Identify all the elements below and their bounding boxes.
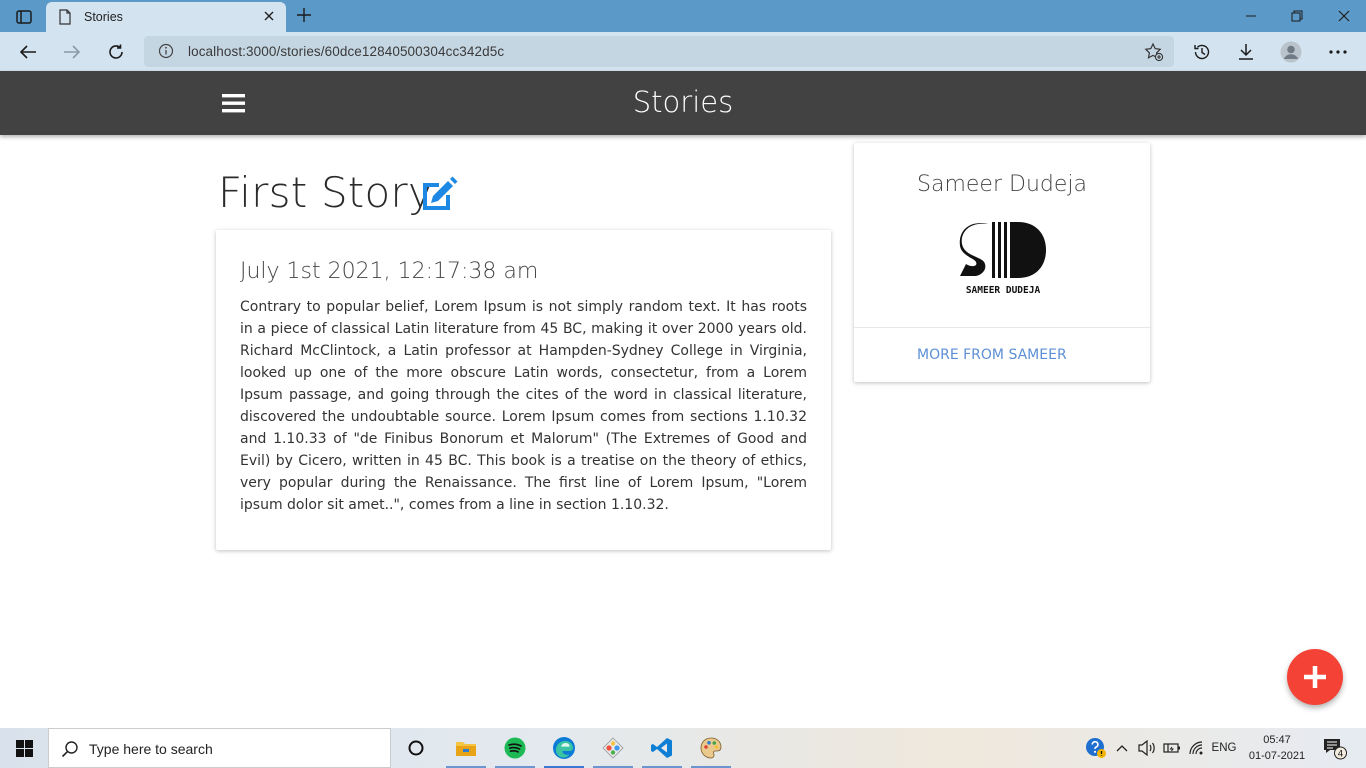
system-clock[interactable]: 05:47 01-07-2021: [1240, 732, 1314, 764]
story-date: July 1st 2021, 12:17:38 am: [240, 259, 539, 284]
restore-icon[interactable]: [1288, 7, 1306, 25]
browser-tab-active[interactable]: Stories: [46, 2, 286, 32]
clock-date: 01-07-2021: [1248, 750, 1306, 762]
brand-title[interactable]: Stories: [0, 85, 1366, 119]
author-card: Sameer Dudeja SAMEER DUDEJA MORE FROM SA…: [854, 143, 1150, 382]
cortana-icon[interactable]: [392, 728, 440, 768]
edge-browser-icon[interactable]: [540, 728, 588, 768]
history-icon[interactable]: [1191, 41, 1213, 63]
tab-title: Stories: [84, 10, 123, 24]
wifi-icon[interactable]: [1186, 728, 1208, 768]
notification-count: 4: [1338, 750, 1344, 760]
search-icon: [61, 740, 79, 758]
minimize-icon[interactable]: [1242, 7, 1260, 25]
browser-tab-strip: Stories: [0, 0, 1366, 32]
story-title: First Story: [218, 168, 433, 217]
new-tab-icon[interactable]: [296, 7, 312, 23]
battery-icon[interactable]: [1161, 728, 1183, 768]
vscode-icon[interactable]: [638, 728, 686, 768]
author-logo: SAMEER DUDEJA: [956, 218, 1050, 300]
refresh-icon[interactable]: [105, 41, 127, 63]
author-name: Sameer Dudeja: [917, 172, 1087, 197]
author-logo-caption: SAMEER DUDEJA: [966, 285, 1041, 296]
more-options-icon[interactable]: [1327, 41, 1349, 63]
app-navbar: Stories: [0, 71, 1366, 135]
divider: [854, 327, 1150, 328]
git-client-icon[interactable]: [589, 728, 637, 768]
edit-icon[interactable]: [420, 175, 458, 211]
profile-avatar-icon[interactable]: [1280, 41, 1302, 63]
story-body: Contrary to popular belief, Lorem Ipsum …: [240, 299, 807, 513]
add-story-button[interactable]: [1287, 649, 1343, 705]
story-card: July 1st 2021, 12:17:38 am Contrary to p…: [216, 230, 831, 550]
file-explorer-icon[interactable]: [442, 728, 490, 768]
windows-taskbar: Type here to search ENG 05:47 01-07-2021: [0, 728, 1366, 768]
start-button[interactable]: [0, 728, 48, 768]
favorite-add-icon[interactable]: [1144, 42, 1164, 62]
clock-time: 05:47: [1263, 734, 1291, 746]
volume-icon[interactable]: [1136, 728, 1158, 768]
chevron-up-icon[interactable]: [1112, 728, 1132, 768]
help-icon[interactable]: [1084, 728, 1108, 768]
page-icon: [58, 9, 72, 25]
paint-icon[interactable]: [687, 728, 735, 768]
notifications-icon[interactable]: 4: [1320, 728, 1348, 768]
close-window-icon[interactable]: [1335, 7, 1353, 25]
info-icon[interactable]: [158, 43, 174, 59]
more-from-author-link[interactable]: MORE FROM SAMEER: [917, 347, 1067, 363]
close-tab-icon[interactable]: [262, 9, 276, 23]
back-icon[interactable]: [17, 41, 39, 63]
tab-actions-icon: [16, 10, 32, 24]
address-bar[interactable]: localhost:3000/stories/60dce12840500304c…: [144, 36, 1174, 67]
search-placeholder: Type here to search: [89, 741, 213, 757]
forward-icon[interactable]: [61, 41, 83, 63]
browser-toolbar: localhost:3000/stories/60dce12840500304c…: [0, 32, 1366, 71]
url-text: localhost:3000/stories/60dce12840500304c…: [188, 44, 505, 59]
taskbar-search-box[interactable]: Type here to search: [48, 728, 391, 768]
plus-icon: [1304, 666, 1326, 688]
windows-logo-icon: [15, 739, 33, 757]
tab-actions-button[interactable]: [10, 7, 38, 27]
spotify-icon[interactable]: [491, 728, 539, 768]
language-indicator[interactable]: ENG: [1208, 728, 1240, 768]
downloads-icon[interactable]: [1235, 41, 1257, 63]
